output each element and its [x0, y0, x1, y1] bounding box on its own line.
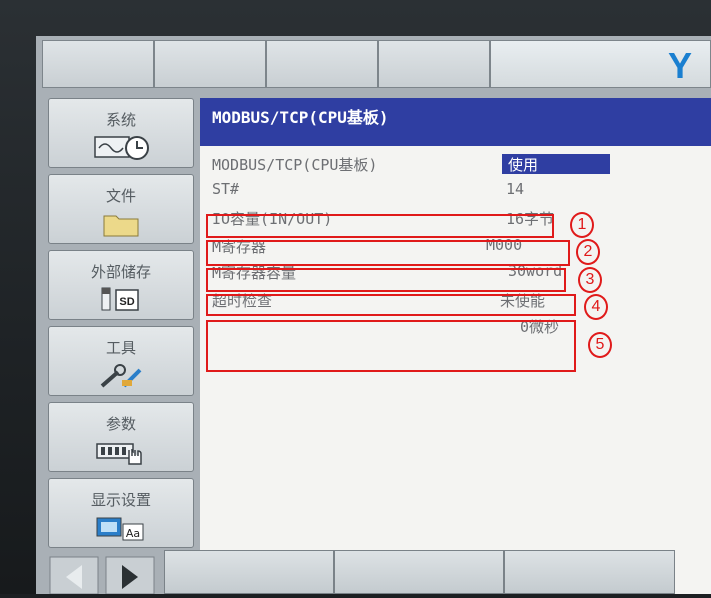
display-settings-icon: Aa: [96, 517, 144, 541]
annotation-box: [206, 294, 576, 316]
sidebar-item-label: 工具: [105, 339, 136, 357]
modbus-enable-value[interactable]: 使用: [502, 154, 610, 174]
parameter-hand-icon: [96, 443, 142, 465]
annotation-box: [206, 240, 570, 266]
page-navigation: [48, 555, 158, 595]
sidebar-item-display-settings[interactable]: 显示设置 Aa: [48, 478, 194, 548]
sidebar-item-label: 显示设置: [90, 491, 151, 509]
svg-text:Aa: Aa: [126, 527, 140, 540]
top-toolbar-button-2[interactable]: [154, 40, 266, 88]
annotation-box: [206, 320, 576, 372]
setting-label: ST#: [212, 180, 240, 198]
screen: Y 系统 文件 外部储存 SD 工具 参数 显示设置 Aa MODBUS/TCP…: [36, 36, 711, 594]
setting-row-modbus[interactable]: MODBUS/TCP(CPU基板) 使用: [210, 152, 711, 176]
setting-label: MODBUS/TCP(CPU基板): [212, 156, 378, 174]
top-toolbar-button-4[interactable]: [378, 40, 490, 88]
folder-icon: [103, 215, 139, 237]
sidebar-item-external-storage[interactable]: 外部储存 SD: [48, 250, 194, 320]
setting-row-station[interactable]: ST# 14: [210, 178, 711, 202]
page-navigation-arrows: [49, 556, 155, 595]
annotation-number: 5: [588, 332, 612, 358]
panel-title: MODBUS/TCP(CPU基板): [200, 98, 711, 146]
sidebar-item-parameter[interactable]: 参数: [48, 402, 194, 472]
sidebar-item-file[interactable]: 文件: [48, 174, 194, 244]
brand-logo: Y: [667, 45, 692, 86]
annotation-number: 1: [570, 212, 594, 238]
sidebar-item-label: 外部储存: [90, 263, 151, 281]
function-key-2[interactable]: [334, 550, 504, 594]
sidebar: 系统 文件 外部储存 SD 工具 参数 显示设置 Aa: [42, 98, 194, 594]
tools-icon: [100, 364, 142, 388]
system-clock-icon: [94, 136, 149, 160]
bottom-function-bar: [164, 550, 675, 594]
annotation-number: 3: [578, 267, 602, 293]
sidebar-item-label: 系统: [105, 111, 136, 129]
sidebar-item-label: 文件: [105, 187, 136, 205]
modbus-settings-panel: MODBUS/TCP(CPU基板) MODBUS/TCP(CPU基板) 使用 S…: [200, 98, 711, 594]
top-toolbar-logo-area: Y: [490, 40, 711, 88]
top-toolbar-button-3[interactable]: [266, 40, 378, 88]
sidebar-item-label: 参数: [105, 415, 136, 433]
setting-value: 14: [506, 180, 525, 198]
annotation-box: [206, 214, 554, 238]
svg-text:SD: SD: [119, 296, 134, 308]
sd-card-icon: SD: [101, 287, 139, 311]
function-key-1[interactable]: [164, 550, 334, 594]
annotation-number: 4: [584, 294, 608, 320]
top-toolbar-button-1[interactable]: [42, 40, 154, 88]
function-key-3[interactable]: [504, 550, 675, 594]
sidebar-item-system[interactable]: 系统: [48, 98, 194, 168]
annotation-box: [206, 268, 566, 292]
sidebar-item-tools[interactable]: 工具: [48, 326, 194, 396]
annotation-number: 2: [576, 239, 600, 265]
